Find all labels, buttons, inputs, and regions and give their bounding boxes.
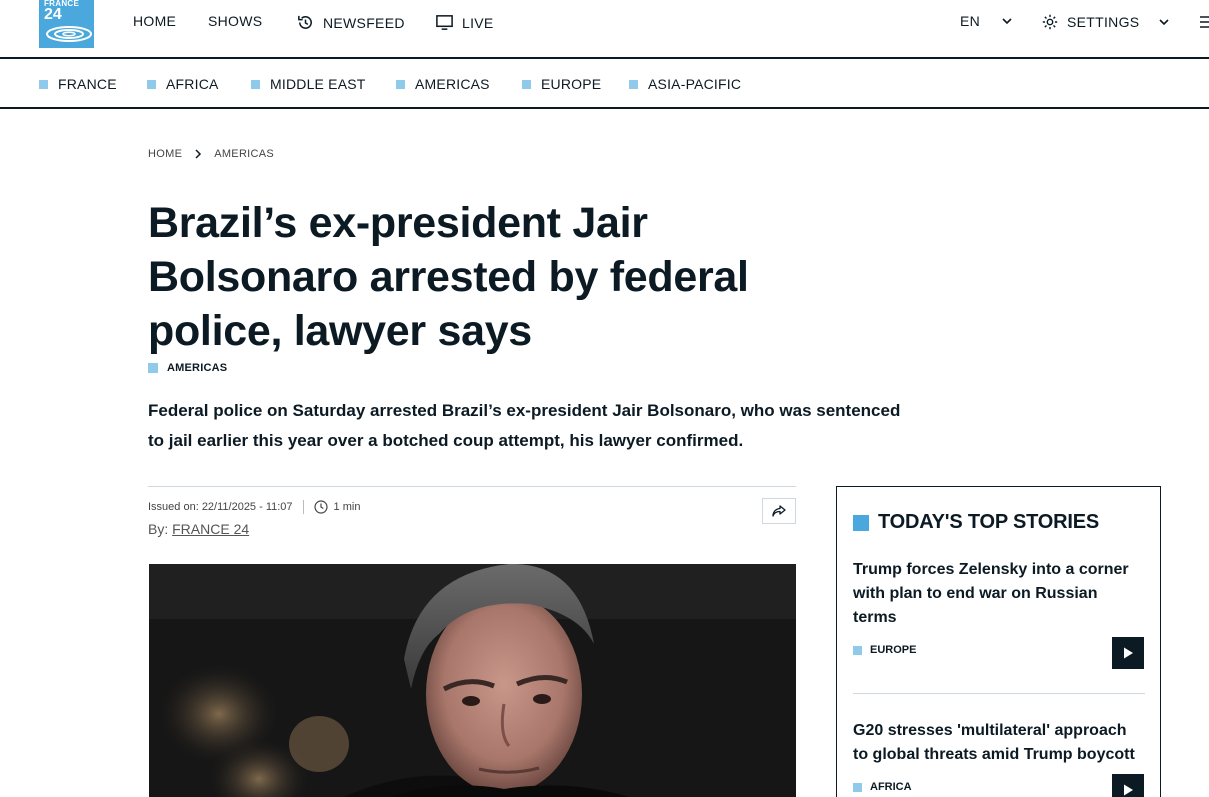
breadcrumb-section[interactable]: AMERICAS bbox=[214, 148, 274, 160]
top-stories-title: TODAY'S TOP STORIES bbox=[878, 511, 1100, 533]
story-category[interactable]: AFRICA bbox=[853, 781, 1145, 793]
region-label: FRANCE bbox=[58, 76, 117, 92]
breadcrumb: HOME AMERICAS bbox=[148, 148, 274, 160]
region-europe[interactable]: EUROPE bbox=[522, 76, 601, 92]
meta-divider bbox=[148, 486, 796, 487]
article-tag[interactable]: AMERICAS bbox=[148, 362, 227, 374]
hamburger-menu-icon bbox=[1200, 16, 1209, 28]
nav-home[interactable]: HOME bbox=[133, 13, 176, 29]
region-label: AMERICAS bbox=[415, 76, 490, 92]
story-category-label: AFRICA bbox=[870, 781, 912, 793]
nav-shows[interactable]: SHOWS bbox=[208, 13, 262, 29]
chevron-down-icon bbox=[1159, 19, 1169, 26]
article-title: Brazil’s ex-president Jair Bolsonaro arr… bbox=[148, 199, 749, 355]
region-middle-east[interactable]: MIDDLE EAST bbox=[251, 76, 366, 92]
france24-logo[interactable]: FRANCE 24 bbox=[39, 0, 94, 48]
author-link[interactable]: FRANCE 24 bbox=[172, 521, 249, 537]
top-stories-panel: TODAY'S TOP STORIES Trump forces Zelensk… bbox=[836, 486, 1161, 797]
meta-separator bbox=[302, 500, 304, 514]
region-nav: FRANCE AFRICA MIDDLE EAST AMERICAS EUROP… bbox=[0, 59, 1209, 109]
nav-shows-label: SHOWS bbox=[208, 13, 263, 29]
read-time: 1 min bbox=[333, 501, 361, 513]
region-label: AFRICA bbox=[166, 76, 219, 92]
nav-live[interactable]: LIVE bbox=[435, 13, 494, 32]
region-africa[interactable]: AFRICA bbox=[147, 76, 219, 92]
tv-icon bbox=[436, 15, 453, 30]
share-icon bbox=[772, 505, 786, 517]
chevron-down-icon bbox=[1002, 18, 1012, 25]
play-video-button[interactable] bbox=[1112, 774, 1144, 797]
article-meta: Issued on: 22/11/2025 - 11:07 1 min bbox=[148, 500, 360, 514]
play-icon bbox=[1124, 784, 1133, 796]
region-label: MIDDLE EAST bbox=[270, 76, 366, 92]
article-tag-label: AMERICAS bbox=[167, 362, 228, 374]
category-bullet bbox=[853, 782, 862, 792]
menu-button[interactable] bbox=[1199, 15, 1209, 29]
region-label: ASIA-PACIFIC bbox=[648, 76, 742, 92]
byline-label: By: bbox=[148, 521, 169, 537]
region-bullet bbox=[39, 79, 48, 89]
byline: By: FRANCE 24 bbox=[148, 521, 249, 537]
chevron-right-icon bbox=[195, 149, 202, 159]
nav-newsfeed[interactable]: NEWSFEED bbox=[296, 13, 405, 32]
gear-icon bbox=[1042, 14, 1058, 30]
region-americas[interactable]: AMERICAS bbox=[396, 76, 490, 92]
story-title[interactable]: G20 stresses 'multilateral' approach to … bbox=[853, 719, 1143, 767]
issued-date: Issued on: 22/11/2025 - 11:07 bbox=[148, 501, 293, 513]
article-photo bbox=[149, 564, 796, 797]
heading-bullet bbox=[853, 514, 869, 531]
nav-home-label: HOME bbox=[133, 13, 177, 29]
nav-live-label: LIVE bbox=[462, 14, 494, 31]
logo-waves-icon bbox=[46, 26, 92, 42]
region-france[interactable]: FRANCE bbox=[39, 76, 117, 92]
language-label: EN bbox=[960, 13, 981, 29]
top-stories-heading: TODAY'S TOP STORIES bbox=[853, 511, 1099, 534]
region-label: EUROPE bbox=[541, 76, 602, 92]
story-divider bbox=[853, 693, 1145, 694]
breadcrumb-home[interactable]: HOME bbox=[148, 148, 182, 160]
play-icon bbox=[1124, 647, 1133, 659]
settings-label: SETTINGS bbox=[1067, 14, 1140, 30]
settings-menu[interactable]: SETTINGS bbox=[1041, 13, 1171, 31]
article-lead: Federal police on Saturday arrested Braz… bbox=[148, 401, 901, 450]
region-bullet bbox=[396, 79, 405, 89]
play-video-button[interactable] bbox=[1112, 637, 1144, 669]
region-bullet bbox=[522, 79, 531, 89]
photo-portrait bbox=[149, 564, 796, 797]
top-header: FRANCE 24 HOME SHOWS NEWSFEED LIVE EN SE… bbox=[0, 0, 1209, 59]
clock-icon bbox=[313, 500, 328, 514]
story-category[interactable]: EUROPE bbox=[853, 644, 1145, 656]
region-bullet bbox=[147, 79, 156, 89]
region-bullet bbox=[629, 79, 638, 89]
region-asia-pacific[interactable]: ASIA-PACIFIC bbox=[629, 76, 741, 92]
story-title[interactable]: Trump forces Zelensky into a corner with… bbox=[853, 558, 1143, 630]
story-category-label: EUROPE bbox=[870, 644, 917, 656]
share-button[interactable] bbox=[762, 498, 796, 524]
category-bullet bbox=[853, 645, 862, 655]
story-item[interactable]: G20 stresses 'multilateral' approach to … bbox=[853, 719, 1145, 793]
story-item[interactable]: Trump forces Zelensky into a corner with… bbox=[853, 558, 1145, 656]
tag-bullet bbox=[148, 363, 158, 373]
history-icon bbox=[298, 15, 312, 29]
nav-newsfeed-label: NEWSFEED bbox=[323, 14, 405, 31]
language-selector[interactable]: EN bbox=[960, 13, 1014, 29]
region-bullet bbox=[251, 79, 260, 89]
